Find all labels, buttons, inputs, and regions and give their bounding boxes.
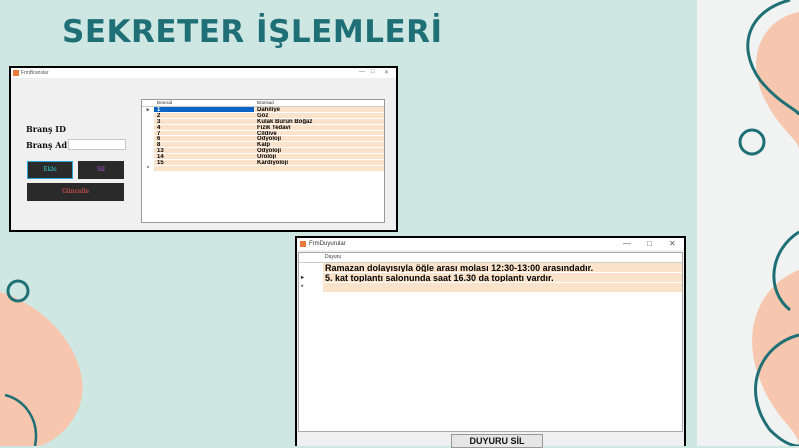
- close-icon[interactable]: ✕: [384, 69, 389, 76]
- sil-button[interactable]: Sil: [78, 161, 124, 179]
- window-title: FrmDuyurular: [309, 241, 346, 247]
- guncelle-button[interactable]: Güncelle: [27, 183, 124, 201]
- branslar-titlebar: FrmBranslar — □ ✕: [11, 68, 396, 78]
- app-icon: [300, 241, 306, 247]
- ekle-button[interactable]: Ekle: [27, 161, 73, 179]
- maximize-icon[interactable]: □: [371, 69, 375, 75]
- grid-header: Bransid Bransad: [142, 100, 384, 107]
- duyurular-grid[interactable]: Duyuru Ramazan dolayısıyla öğle arası mo…: [298, 252, 683, 432]
- brans-ad-label: Branş Ad :: [26, 140, 73, 150]
- minimize-icon[interactable]: —: [623, 239, 631, 248]
- duyurular-titlebar: FrmDuyurular — □ ✕: [297, 238, 684, 250]
- teal-ring-right: [738, 128, 766, 156]
- app-icon: [13, 70, 19, 76]
- slide-title: SEKRETER İŞLEMLERİ: [62, 14, 443, 50]
- brans-id-field[interactable]: [68, 122, 126, 133]
- window-title: FrmBranslar: [21, 70, 49, 76]
- brans-ad-field[interactable]: [68, 139, 126, 150]
- peach-blob-bottom-left: [0, 292, 83, 446]
- maximize-icon[interactable]: □: [647, 239, 652, 248]
- grid-header: Duyuru: [299, 253, 682, 263]
- table-row[interactable]: Ramazan dolayısıyla öğle arası molası 12…: [299, 263, 682, 273]
- minimize-icon[interactable]: —: [359, 69, 365, 75]
- duyurular-window: FrmDuyurular — □ ✕ Duyuru Ramazan dolayı…: [295, 236, 686, 448]
- brans-id-label: Branş ID :: [26, 124, 72, 134]
- new-row[interactable]: *: [299, 283, 682, 293]
- new-row[interactable]: *: [142, 165, 384, 172]
- column-header-duyuru[interactable]: Duyuru: [323, 253, 682, 262]
- close-icon[interactable]: ✕: [669, 239, 676, 248]
- column-header-bransid[interactable]: Bransid: [154, 100, 254, 106]
- peach-blob-right-bottom: [752, 270, 799, 446]
- column-header-bransad[interactable]: Bransad: [254, 100, 384, 106]
- branslar-grid[interactable]: Bransid Bransad ▸ 1 Dahiliye 2 Göz 3 Kulak B…: [141, 99, 385, 223]
- teal-ring-left: [6, 279, 30, 303]
- branslar-window: FrmBranslar — □ ✕ Branş ID : Branş Ad : …: [9, 66, 398, 232]
- table-row[interactable]: ▸ 5. kat toplantı salonunda saat 16.30 da…: [299, 273, 682, 283]
